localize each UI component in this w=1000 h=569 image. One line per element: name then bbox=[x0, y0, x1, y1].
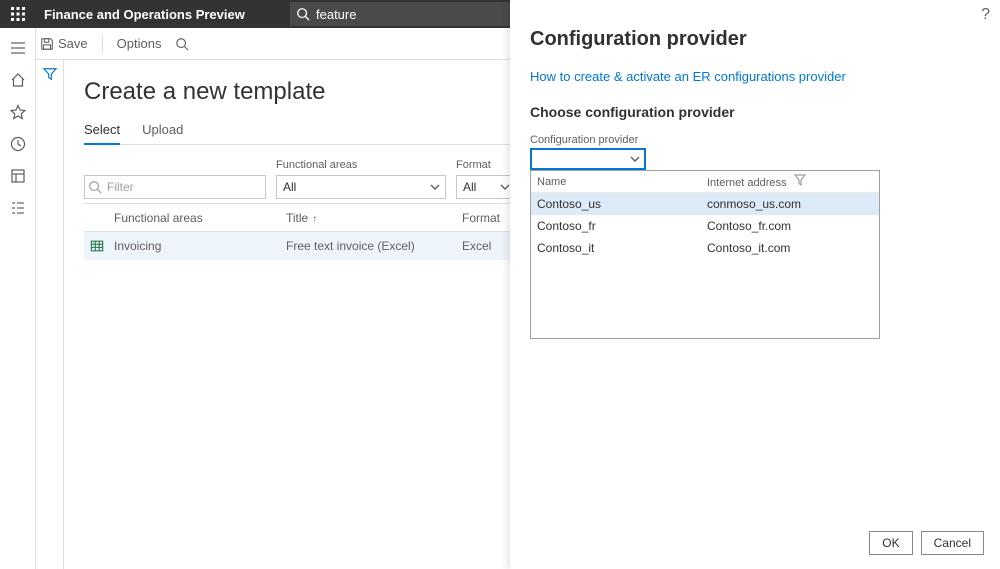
filter-column bbox=[36, 60, 64, 569]
format-select[interactable]: All bbox=[456, 175, 516, 199]
functional-areas-value: All bbox=[283, 180, 296, 194]
separator bbox=[102, 35, 103, 53]
nav-workspaces[interactable] bbox=[0, 160, 36, 192]
provider-combobox[interactable] bbox=[530, 148, 646, 170]
col-functional-areas[interactable]: Functional areas bbox=[110, 211, 286, 225]
side-panel: ? Configuration provider How to create &… bbox=[510, 0, 1000, 569]
lookup-row[interactable]: Contoso_fr Contoso_fr.com bbox=[531, 215, 879, 237]
ok-button[interactable]: OK bbox=[869, 531, 912, 555]
save-icon bbox=[40, 37, 54, 51]
options-label: Options bbox=[117, 36, 162, 51]
save-button[interactable]: Save bbox=[40, 36, 88, 51]
panel-buttons: OK Cancel bbox=[869, 531, 984, 555]
lookup-row[interactable]: Contoso_it Contoso_it.com bbox=[531, 237, 879, 259]
provider-lookup: Name Internet address Contoso_us conmoso… bbox=[530, 170, 880, 339]
col-title-label: Title bbox=[286, 211, 308, 225]
lookup-cell-name: Contoso_it bbox=[537, 241, 707, 255]
lookup-cell-address: Contoso_it.com bbox=[707, 241, 873, 255]
tab-select[interactable]: Select bbox=[84, 122, 120, 145]
waffle-icon bbox=[11, 7, 25, 21]
sort-asc-icon: ↑ bbox=[312, 214, 317, 225]
page-search-button[interactable] bbox=[175, 37, 189, 51]
home-icon bbox=[10, 72, 26, 88]
nav-recent[interactable] bbox=[0, 128, 36, 160]
cell-functional-area: Invoicing bbox=[110, 239, 286, 253]
lookup-cell-address: conmoso_us.com bbox=[707, 197, 873, 211]
lookup-cell-name: Contoso_fr bbox=[537, 219, 707, 233]
lookup-col-name[interactable]: Name bbox=[537, 176, 707, 188]
funnel-icon bbox=[43, 67, 57, 81]
help-button[interactable]: ? bbox=[981, 6, 990, 24]
app-title: Finance and Operations Preview bbox=[36, 7, 245, 22]
functional-areas-label: Functional areas bbox=[276, 159, 446, 173]
tab-upload[interactable]: Upload bbox=[142, 122, 183, 144]
help-link[interactable]: How to create & activate an ER configura… bbox=[530, 69, 980, 84]
chevron-down-icon bbox=[628, 152, 642, 166]
lookup-body: Contoso_us conmoso_us.com Contoso_fr Con… bbox=[531, 193, 879, 338]
star-icon bbox=[10, 104, 26, 120]
workspace-icon bbox=[10, 168, 26, 184]
lookup-header: Name Internet address bbox=[531, 171, 879, 193]
col-title[interactable]: Title ↑ bbox=[286, 211, 462, 225]
row-marker-icon bbox=[84, 239, 110, 253]
hamburger-icon bbox=[10, 40, 26, 56]
lookup-col-address[interactable]: Internet address bbox=[707, 174, 873, 189]
options-button[interactable]: Options bbox=[117, 36, 162, 51]
nav-menu-button[interactable] bbox=[0, 32, 36, 64]
app-launcher-button[interactable] bbox=[0, 0, 36, 28]
nav-home[interactable] bbox=[0, 64, 36, 96]
cell-title: Free text invoice (Excel) bbox=[286, 239, 462, 253]
nav-favorites[interactable] bbox=[0, 96, 36, 128]
lookup-col-address-label: Internet address bbox=[707, 177, 787, 189]
cancel-button[interactable]: Cancel bbox=[921, 531, 984, 555]
format-label: Format bbox=[456, 159, 516, 173]
search-input[interactable] bbox=[290, 2, 530, 26]
modules-icon bbox=[10, 200, 26, 216]
save-label: Save bbox=[58, 36, 88, 51]
chevron-down-icon bbox=[429, 181, 441, 193]
clock-icon bbox=[10, 136, 26, 152]
lookup-row[interactable]: Contoso_us conmoso_us.com bbox=[531, 193, 879, 215]
funnel-icon bbox=[794, 174, 806, 186]
nav-modules[interactable] bbox=[0, 192, 36, 224]
excel-icon bbox=[90, 239, 104, 253]
left-rail bbox=[0, 28, 36, 569]
functional-areas-select[interactable]: All bbox=[276, 175, 446, 199]
lookup-cell-name: Contoso_us bbox=[537, 197, 707, 211]
format-value: All bbox=[463, 180, 476, 194]
provider-field-label: Configuration provider bbox=[530, 134, 980, 146]
panel-subheading: Choose configuration provider bbox=[530, 104, 980, 120]
lookup-cell-address: Contoso_fr.com bbox=[707, 219, 873, 233]
filter-label-spacer bbox=[84, 159, 266, 173]
filter-input[interactable] bbox=[84, 175, 266, 199]
search-icon bbox=[175, 37, 189, 51]
panel-title: Configuration provider bbox=[530, 28, 980, 51]
global-search bbox=[290, 2, 530, 26]
filter-pane-toggle[interactable] bbox=[36, 60, 64, 88]
